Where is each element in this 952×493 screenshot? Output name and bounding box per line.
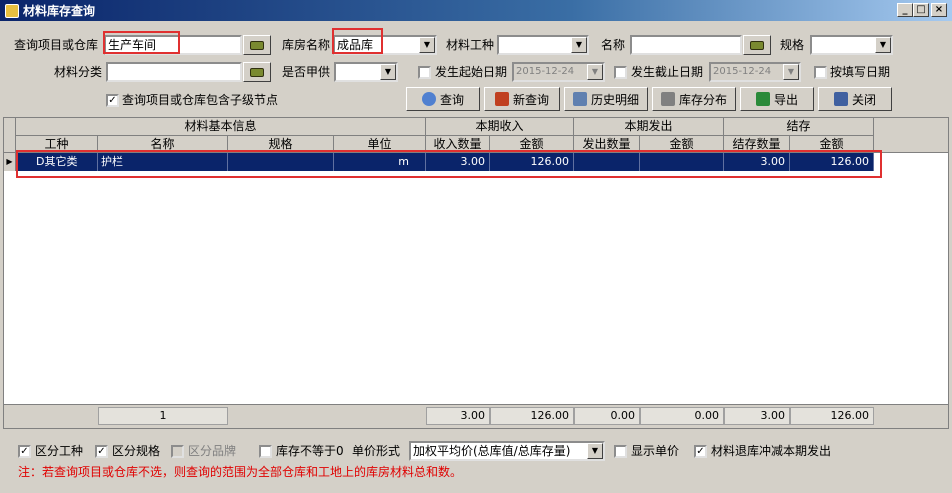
end-date-input[interactable]: 2015-12-24 ▼ [709,62,801,82]
query-button[interactable]: 查询 [406,87,480,111]
maximize-button[interactable]: □ [913,3,929,17]
stock-nonzero-checkbox[interactable] [259,445,272,458]
category-input[interactable] [106,62,242,82]
by-spec-checkbox[interactable]: ✓ [95,445,108,458]
footer-out-amount: 0.00 [640,407,724,425]
start-date-label: 发生起始日期 [435,65,508,79]
start-date-checkbox[interactable] [418,66,431,79]
highlight-box [103,31,180,54]
excel-icon [755,92,770,106]
lookup-icon [750,40,764,50]
app-icon [5,3,19,18]
notice-text: 注：若查询项目或仓库不选，则查询的范围为全部仓库和工地上的库房材料总和数。 [18,465,463,479]
highlight-box [332,28,383,54]
return-offset-checkbox[interactable]: ✓ [694,445,707,458]
footer-in-qty: 3.00 [426,407,490,425]
exit-icon [833,92,848,106]
by-brand-label: 区分品牌 [188,444,237,458]
row-indicator-header [4,118,16,153]
category-label: 材料分类 [54,65,103,79]
by-spec-label: 区分规格 [112,444,161,458]
close-window-button[interactable]: × [931,3,947,17]
chevron-down-icon[interactable]: ▼ [419,37,435,53]
new-query-label: 新查询 [512,92,549,107]
new-query-icon [494,92,509,106]
grid-icon [572,92,587,106]
project-lookup-button[interactable] [243,35,271,55]
new-query-button[interactable]: 新查询 [484,87,560,111]
start-date-value: 2015-12-24 [516,66,575,77]
group-header-income: 本期收入 [426,118,574,136]
footer-in-amount: 126.00 [490,407,574,425]
distribution-label: 库存分布 [678,92,727,107]
price-form-label: 单价形式 [352,444,401,458]
group-header-basic: 材料基本信息 [16,118,426,136]
minimize-button[interactable]: _ [897,3,913,17]
return-offset-label: 材料退库冲减本期发出 [711,444,832,458]
highlight-box [16,150,882,178]
footer-bal-amount: 126.00 [790,407,874,425]
chevron-down-icon[interactable]: ▼ [587,443,603,459]
close-button[interactable]: 关闭 [818,87,892,111]
spec-label: 规格 [780,38,805,52]
supplied-label: 是否甲供 [282,65,331,79]
by-brand-checkbox[interactable] [171,445,184,458]
lookup-icon [250,40,264,50]
show-price-checkbox[interactable] [614,445,627,458]
category-lookup-button[interactable] [243,62,271,82]
name-input[interactable] [630,35,742,55]
history-label: 历史明细 [590,92,639,107]
stock-nonzero-label: 库存不等于0 [276,444,344,458]
warehouse-label: 库房名称 [282,38,331,52]
row-indicator-icon: ▶ [4,153,16,171]
group-header-balance: 结存 [724,118,874,136]
price-form-select[interactable]: 加权平均价(总库值/总库存量) ▼ [409,441,605,461]
end-date-value: 2015-12-24 [713,66,772,77]
show-price-label: 显示单价 [631,444,680,458]
name-label: 名称 [601,38,626,52]
empty-header [874,118,948,153]
chevron-down-icon[interactable]: ▼ [587,64,603,80]
spec-select[interactable]: ▼ [810,35,893,55]
lookup-icon [250,67,264,77]
export-label: 导出 [773,92,798,107]
include-children-label: 查询项目或仓库包含子级节点 [122,93,279,107]
magnifier-icon [421,92,436,106]
include-children-checkbox[interactable]: ✓ [106,94,119,107]
group-header-issue: 本期发出 [574,118,724,136]
chevron-down-icon[interactable]: ▼ [571,37,587,53]
fill-date-checkbox[interactable] [814,66,827,79]
distribution-icon [660,92,675,106]
footer-out-qty: 0.00 [574,407,640,425]
chevron-down-icon[interactable]: ▼ [783,64,799,80]
by-type-label: 区分工种 [35,444,84,458]
end-date-label: 发生截止日期 [631,65,704,79]
chevron-down-icon[interactable]: ▼ [380,64,396,80]
history-button[interactable]: 历史明细 [564,87,648,111]
inventory-grid[interactable]: 材料基本信息 本期收入 本期发出 结存 工种 名称 规格 单位 收入数量 金额 … [3,117,949,429]
distribution-button[interactable]: 库存分布 [652,87,736,111]
supplied-select[interactable]: ▼ [334,62,398,82]
material-type-select[interactable]: ▼ [497,35,589,55]
by-type-checkbox[interactable]: ✓ [18,445,31,458]
window-title: 材料库存查询 [23,4,96,18]
start-date-input[interactable]: 2015-12-24 ▼ [512,62,605,82]
fill-date-label: 按填写日期 [830,65,891,79]
name-lookup-button[interactable] [743,35,771,55]
export-button[interactable]: 导出 [740,87,814,111]
chevron-down-icon[interactable]: ▼ [875,37,891,53]
end-date-checkbox[interactable] [614,66,627,79]
material-type-label: 材料工种 [446,38,495,52]
footer-bal-qty: 3.00 [724,407,790,425]
query-label: 查询 [439,92,464,107]
footer-count: 1 [98,407,228,425]
price-form-value: 加权平均价(总库值/总库存量) [413,444,571,458]
project-label: 查询项目或仓库 [14,38,99,52]
close-label: 关闭 [851,92,876,107]
title-bar: 材料库存查询 _ □ × [0,0,952,21]
